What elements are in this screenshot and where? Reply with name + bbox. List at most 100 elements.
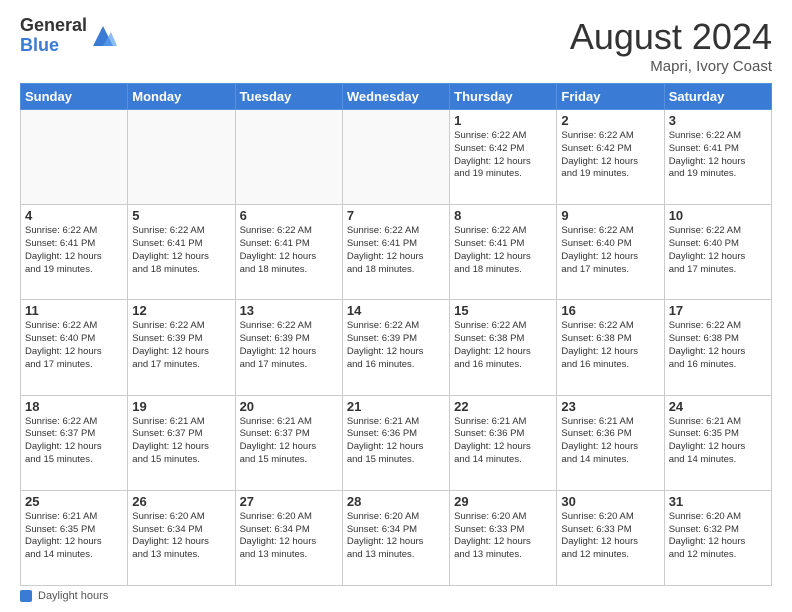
day-number: 7 — [347, 208, 445, 223]
table-row: 15 Sunrise: 6:22 AM Sunset: 6:38 PM Dayli… — [450, 300, 557, 395]
table-row: 24 Sunrise: 6:21 AM Sunset: 6:35 PM Dayli… — [664, 395, 771, 490]
day-info: Sunrise: 6:21 AM Sunset: 6:36 PM Dayligh… — [561, 416, 659, 467]
calendar-week-row: 1 Sunrise: 6:22 AM Sunset: 6:42 PM Daylig… — [21, 110, 772, 205]
calendar-header-row: Sunday Monday Tuesday Wednesday Thursday… — [21, 84, 772, 110]
day-info: Sunrise: 6:22 AM Sunset: 6:39 PM Dayligh… — [240, 320, 338, 371]
day-info: Sunrise: 6:21 AM Sunset: 6:36 PM Dayligh… — [347, 416, 445, 467]
daylight-label: Daylight hours — [38, 590, 108, 602]
day-number: 6 — [240, 208, 338, 223]
day-info: Sunrise: 6:22 AM Sunset: 6:42 PM Dayligh… — [454, 130, 552, 181]
day-info: Sunrise: 6:21 AM Sunset: 6:35 PM Dayligh… — [669, 416, 767, 467]
day-number: 23 — [561, 399, 659, 414]
col-saturday: Saturday — [664, 84, 771, 110]
table-row: 3Sunrise: 6:22 AM Sunset: 6:41 PM Daylig… — [664, 110, 771, 205]
day-number: 8 — [454, 208, 552, 223]
day-number: 24 — [669, 399, 767, 414]
table-row: 8 Sunrise: 6:22 AM Sunset: 6:41 PM Daylig… — [450, 205, 557, 300]
calendar-week-row: 11Sunrise: 6:22 AM Sunset: 6:40 PM Dayli… — [21, 300, 772, 395]
table-row: 23 Sunrise: 6:21 AM Sunset: 6:36 PM Dayli… — [557, 395, 664, 490]
day-number: 25 — [25, 494, 123, 509]
table-row: 9 Sunrise: 6:22 AM Sunset: 6:40 PM Daylig… — [557, 205, 664, 300]
location: Mapri, Ivory Coast — [570, 58, 772, 75]
month-year: August 2024 — [570, 16, 772, 58]
logo-blue: Blue — [20, 36, 87, 56]
logo-text: General Blue — [20, 16, 87, 56]
table-row: 29 Sunrise: 6:20 AM Sunset: 6:33 PM Dayli… — [450, 490, 557, 585]
day-info: Sunrise: 6:22 AM Sunset: 6:38 PM Dayligh… — [561, 320, 659, 371]
footer: Daylight hours — [20, 590, 772, 602]
day-info: Sunrise: 6:22 AM Sunset: 6:38 PM Dayligh… — [669, 320, 767, 371]
day-info: Sunrise: 6:22 AM Sunset: 6:41 PM Dayligh… — [454, 225, 552, 276]
day-number: 14 — [347, 303, 445, 318]
day-number: 30 — [561, 494, 659, 509]
day-info: Sunrise: 6:20 AM Sunset: 6:33 PM Dayligh… — [454, 511, 552, 562]
table-row: 30Sunrise: 6:20 AM Sunset: 6:33 PM Dayli… — [557, 490, 664, 585]
day-info: Sunrise: 6:20 AM Sunset: 6:32 PM Dayligh… — [669, 511, 767, 562]
logo-icon — [89, 22, 117, 50]
table-row: 20 Sunrise: 6:21 AM Sunset: 6:37 PM Dayli… — [235, 395, 342, 490]
logo-general: General — [20, 16, 87, 36]
col-tuesday: Tuesday — [235, 84, 342, 110]
day-number: 20 — [240, 399, 338, 414]
day-info: Sunrise: 6:22 AM Sunset: 6:41 PM Dayligh… — [347, 225, 445, 276]
day-info: Sunrise: 6:20 AM Sunset: 6:34 PM Dayligh… — [347, 511, 445, 562]
table-row: 2Sunrise: 6:22 AM Sunset: 6:42 PM Daylig… — [557, 110, 664, 205]
col-monday: Monday — [128, 84, 235, 110]
day-number: 11 — [25, 303, 123, 318]
day-number: 13 — [240, 303, 338, 318]
day-number: 2 — [561, 113, 659, 128]
day-number: 5 — [132, 208, 230, 223]
calendar-week-row: 25 Sunrise: 6:21 AM Sunset: 6:35 PM Dayli… — [21, 490, 772, 585]
table-row: 5 Sunrise: 6:22 AM Sunset: 6:41 PM Daylig… — [128, 205, 235, 300]
table-row — [342, 110, 449, 205]
calendar-table: Sunday Monday Tuesday Wednesday Thursday… — [20, 83, 772, 586]
table-row: 11Sunrise: 6:22 AM Sunset: 6:40 PM Dayli… — [21, 300, 128, 395]
day-number: 26 — [132, 494, 230, 509]
day-number: 31 — [669, 494, 767, 509]
day-number: 10 — [669, 208, 767, 223]
day-info: Sunrise: 6:22 AM Sunset: 6:39 PM Dayligh… — [132, 320, 230, 371]
table-row: 1 Sunrise: 6:22 AM Sunset: 6:42 PM Daylig… — [450, 110, 557, 205]
day-number: 12 — [132, 303, 230, 318]
table-row: 26 Sunrise: 6:20 AM Sunset: 6:34 PM Dayli… — [128, 490, 235, 585]
table-row: 21 Sunrise: 6:21 AM Sunset: 6:36 PM Dayli… — [342, 395, 449, 490]
day-info: Sunrise: 6:22 AM Sunset: 6:39 PM Dayligh… — [347, 320, 445, 371]
day-number: 3 — [669, 113, 767, 128]
day-number: 15 — [454, 303, 552, 318]
table-row: 13 Sunrise: 6:22 AM Sunset: 6:39 PM Dayli… — [235, 300, 342, 395]
day-info: Sunrise: 6:21 AM Sunset: 6:37 PM Dayligh… — [240, 416, 338, 467]
day-number: 9 — [561, 208, 659, 223]
day-number: 17 — [669, 303, 767, 318]
table-row — [235, 110, 342, 205]
day-number: 18 — [25, 399, 123, 414]
table-row: 25 Sunrise: 6:21 AM Sunset: 6:35 PM Dayli… — [21, 490, 128, 585]
page: General Blue August 2024 Mapri, Ivory Co… — [0, 0, 792, 612]
col-wednesday: Wednesday — [342, 84, 449, 110]
day-info: Sunrise: 6:22 AM Sunset: 6:40 PM Dayligh… — [669, 225, 767, 276]
day-number: 22 — [454, 399, 552, 414]
day-number: 1 — [454, 113, 552, 128]
day-info: Sunrise: 6:21 AM Sunset: 6:36 PM Dayligh… — [454, 416, 552, 467]
day-info: Sunrise: 6:20 AM Sunset: 6:34 PM Dayligh… — [132, 511, 230, 562]
day-number: 27 — [240, 494, 338, 509]
table-row: 17 Sunrise: 6:22 AM Sunset: 6:38 PM Dayli… — [664, 300, 771, 395]
calendar-week-row: 18 Sunrise: 6:22 AM Sunset: 6:37 PM Dayli… — [21, 395, 772, 490]
col-sunday: Sunday — [21, 84, 128, 110]
table-row: 31 Sunrise: 6:20 AM Sunset: 6:32 PM Dayli… — [664, 490, 771, 585]
day-info: Sunrise: 6:22 AM Sunset: 6:40 PM Dayligh… — [561, 225, 659, 276]
day-info: Sunrise: 6:22 AM Sunset: 6:38 PM Dayligh… — [454, 320, 552, 371]
day-info: Sunrise: 6:21 AM Sunset: 6:37 PM Dayligh… — [132, 416, 230, 467]
table-row: 22 Sunrise: 6:21 AM Sunset: 6:36 PM Dayli… — [450, 395, 557, 490]
table-row: 18 Sunrise: 6:22 AM Sunset: 6:37 PM Dayli… — [21, 395, 128, 490]
day-number: 29 — [454, 494, 552, 509]
day-number: 21 — [347, 399, 445, 414]
calendar-week-row: 4Sunrise: 6:22 AM Sunset: 6:41 PM Daylig… — [21, 205, 772, 300]
day-info: Sunrise: 6:21 AM Sunset: 6:35 PM Dayligh… — [25, 511, 123, 562]
day-info: Sunrise: 6:22 AM Sunset: 6:41 PM Dayligh… — [132, 225, 230, 276]
col-thursday: Thursday — [450, 84, 557, 110]
title-block: August 2024 Mapri, Ivory Coast — [570, 16, 772, 75]
table-row: 10 Sunrise: 6:22 AM Sunset: 6:40 PM Dayli… — [664, 205, 771, 300]
table-row — [21, 110, 128, 205]
day-info: Sunrise: 6:22 AM Sunset: 6:37 PM Dayligh… — [25, 416, 123, 467]
logo: General Blue — [20, 16, 117, 56]
